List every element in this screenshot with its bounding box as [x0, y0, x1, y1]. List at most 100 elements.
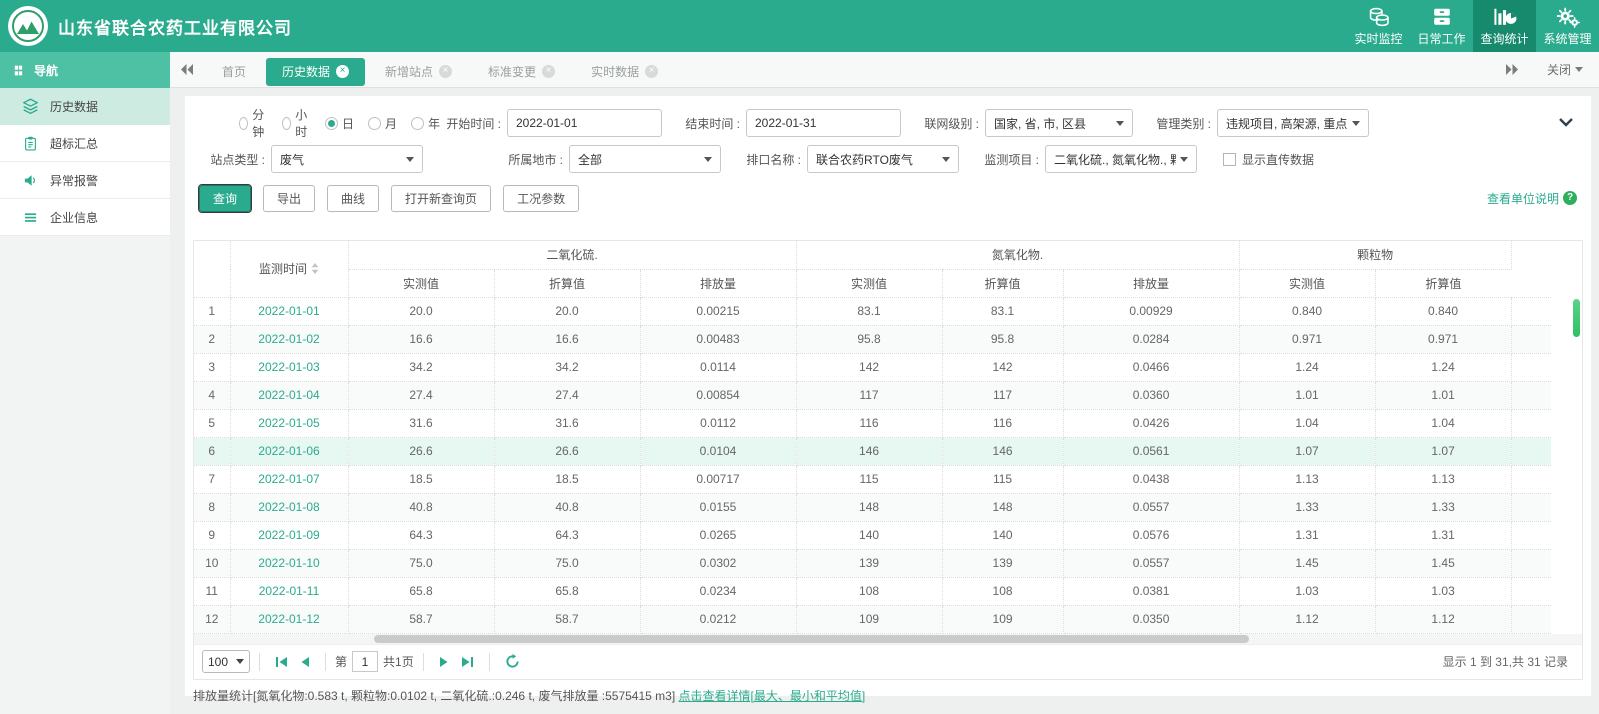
tabs-scroll-right-icon[interactable]: [1495, 64, 1529, 75]
manage-type-label: 管理类别 :: [1156, 116, 1211, 131]
topnav-daily-work[interactable]: 日常工作: [1410, 0, 1473, 52]
curve-button[interactable]: 曲线: [327, 184, 380, 212]
value-cell: 40.8: [494, 493, 641, 522]
condition-params-button[interactable]: 工况参数: [503, 184, 580, 212]
value-cell: 1.12: [1239, 605, 1376, 634]
outlet-name-select[interactable]: 联合农药RTO废气: [807, 145, 959, 173]
end-time-input[interactable]: [746, 109, 901, 137]
sub-header: 折算值: [494, 269, 641, 298]
tab-new-station[interactable]: 新增站点 ×: [369, 58, 468, 86]
direct-data-checkbox[interactable]: [1223, 152, 1236, 166]
value-cell: 142: [796, 353, 943, 382]
value-cell: 108: [796, 577, 943, 606]
value-cell: 1.12: [1375, 605, 1512, 634]
value-cell: 0.0426: [1063, 409, 1240, 438]
page-number-input[interactable]: [352, 651, 379, 672]
value-cell: 40.8: [348, 493, 495, 522]
vertical-scroll-thumb[interactable]: [1573, 299, 1580, 337]
value-cell: 0.0212: [640, 605, 797, 634]
collapse-filters-icon[interactable]: [1559, 118, 1573, 127]
unit-description-link[interactable]: 查看单位说明 ?: [1487, 190, 1577, 207]
value-cell: 0.0284: [1063, 325, 1240, 354]
city-select[interactable]: 全部: [569, 145, 721, 173]
value-cell: 31.6: [348, 409, 495, 438]
export-button[interactable]: 导出: [263, 184, 316, 212]
tab-realtime-data[interactable]: 实时数据 ×: [575, 58, 674, 86]
tabs-scroll-left-icon[interactable]: [170, 64, 204, 75]
unit-description-label: 查看单位说明: [1486, 191, 1559, 206]
value-cell: 1.45: [1375, 549, 1512, 578]
select-caret-icon: [704, 156, 712, 162]
topnav-realtime-monitor[interactable]: 实时监控: [1347, 0, 1410, 52]
table-row: 12 2022-01-12 58.7 58.7 0.0212 109 109 0.0350 1.…: [194, 605, 1552, 634]
refresh-button[interactable]: [499, 654, 526, 669]
value-cell: 148: [942, 493, 1064, 522]
sub-header: 排放量: [1063, 269, 1240, 298]
page-size-select[interactable]: 100: [202, 650, 250, 673]
last-page-button[interactable]: [455, 656, 480, 668]
station-type-select[interactable]: 废气: [271, 145, 423, 173]
row-index-header: [194, 241, 231, 298]
value-cell: 18.5: [494, 465, 641, 494]
monitor-item-select[interactable]: 二氧化硫., 氮氧化物., 颗粒: [1045, 145, 1197, 173]
close-icon[interactable]: ×: [439, 65, 453, 78]
row-index: 5: [194, 409, 231, 438]
blank-cell: [1511, 493, 1552, 522]
value-cell: 0.971: [1375, 325, 1512, 354]
value-cell: 0.0557: [1063, 549, 1240, 578]
value-cell: 139: [942, 549, 1064, 578]
tab-home[interactable]: 首页: [206, 58, 262, 86]
close-icon[interactable]: ×: [645, 65, 659, 78]
table-row: 9 2022-01-09 64.3 64.3 0.0265 140 140 0.0576 1.3…: [194, 521, 1552, 550]
sidebar-item-abnormal-alarm[interactable]: 异常报警: [0, 162, 170, 199]
close-tabs-menu[interactable]: 关闭: [1547, 61, 1583, 78]
value-cell: 0.00483: [640, 325, 797, 354]
sidebar-item-enterprise-info[interactable]: 企业信息: [0, 199, 170, 236]
query-button[interactable]: 查询: [197, 183, 253, 213]
top-nav: 实时监控 日常工作 查询统计 系统管理: [1347, 0, 1599, 52]
topnav-system-manage[interactable]: 系统管理: [1536, 0, 1599, 52]
monitor-date-cell: 2022-01-01: [230, 297, 349, 326]
value-cell: 140: [942, 521, 1064, 550]
blank-cell: [1511, 353, 1552, 382]
pager-separator: [325, 652, 326, 671]
chart-icon: [1492, 5, 1517, 28]
first-page-button[interactable]: [269, 656, 294, 668]
period-radios: 分钟 小时日月年: [239, 106, 440, 140]
close-icon[interactable]: ×: [542, 65, 556, 78]
time-column-header[interactable]: 监测时间: [230, 241, 349, 298]
next-page-button[interactable]: [433, 656, 455, 668]
tab-list: 首页 历史数据 × 新增站点 × 标准变更 × 实时数据 ×: [204, 52, 676, 88]
close-icon[interactable]: ×: [336, 65, 350, 78]
period-radio-option[interactable]: 月: [368, 115, 397, 132]
prev-page-button[interactable]: [294, 656, 316, 668]
value-cell: 0.0114: [640, 353, 797, 382]
blank-cell: [1511, 325, 1552, 354]
speaker-icon: [22, 173, 39, 188]
network-level-select[interactable]: 国家, 省, 市, 区县: [985, 109, 1133, 137]
value-cell: 26.6: [494, 437, 641, 466]
open-new-query-button[interactable]: 打开新查询页: [391, 184, 492, 212]
sidebar-item-exceed-summary[interactable]: 超标汇总: [0, 125, 170, 162]
horizontal-scroll-thumb[interactable]: [374, 634, 1249, 643]
drawer-icon: [1431, 5, 1453, 28]
manage-type-select[interactable]: 违规项目, 高架源, 重点排: [1217, 109, 1369, 137]
page-size-value: 100: [208, 654, 229, 669]
period-radio-option[interactable]: 分钟: [239, 106, 268, 140]
period-radio-option[interactable]: 日: [325, 115, 354, 132]
period-radio-option[interactable]: 小时: [282, 106, 311, 140]
sub-header: 实测值: [796, 269, 943, 298]
sidebar-item-history-data[interactable]: 历史数据: [0, 88, 170, 125]
tab-standard-change[interactable]: 标准变更 ×: [472, 58, 571, 86]
table-row: 3 2022-01-03 34.2 34.2 0.0114 142 142 0.0466 1.2…: [194, 353, 1552, 382]
tab-label: 新增站点: [385, 65, 434, 79]
topnav-query-stats[interactable]: 查询统计: [1473, 0, 1536, 52]
monitor-date-cell: 2022-01-12: [230, 605, 349, 634]
start-time-input[interactable]: [507, 109, 662, 137]
value-cell: 115: [942, 465, 1064, 494]
topnav-label: 实时监控: [1354, 32, 1403, 46]
tab-history-data[interactable]: 历史数据 ×: [266, 57, 366, 86]
radio-label: 小时: [295, 108, 308, 139]
value-cell: 1.13: [1375, 465, 1512, 494]
stats-detail-link[interactable]: 点击查看详情[最大、最小和平均值]: [679, 689, 866, 703]
